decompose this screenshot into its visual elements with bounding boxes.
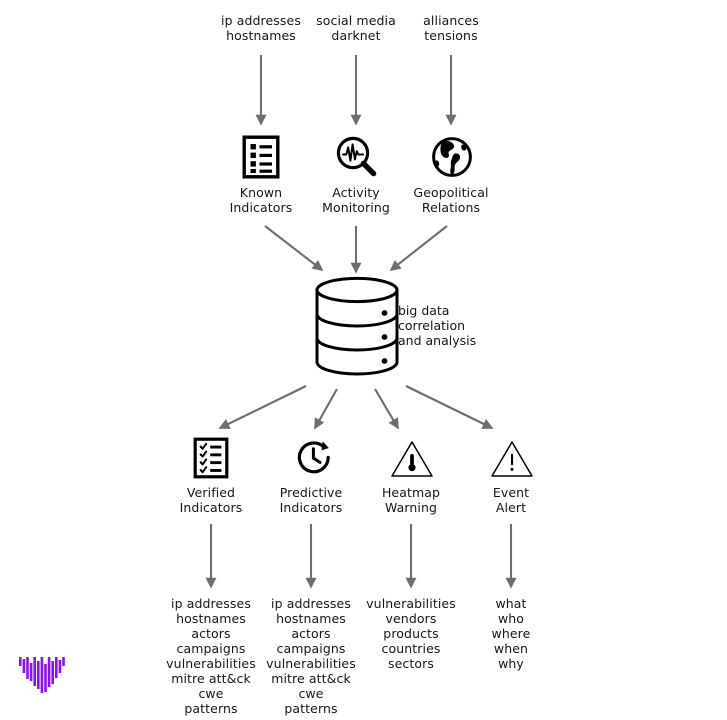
database-cylinder-icon[interactable] bbox=[314, 276, 400, 376]
arrow-hub-to-heatmap-warning bbox=[374, 388, 399, 430]
output-label-event-alert: Event Alert bbox=[492, 485, 530, 515]
warning-exclamation-icon[interactable] bbox=[490, 440, 534, 478]
checklist-icon[interactable] bbox=[193, 437, 229, 479]
warning-thermometer-icon[interactable] bbox=[390, 440, 434, 478]
arrow-geopolitical-relations-to-hub bbox=[389, 225, 448, 272]
arrow-known-indicators-to-hub bbox=[264, 225, 324, 272]
collector-label-geopolitical-relations: Geopolitical Relations bbox=[413, 185, 489, 215]
arrow-hub-to-verified-indicators bbox=[218, 385, 307, 429]
magnifier-waveform-icon[interactable] bbox=[335, 135, 379, 179]
hub-label-big-data: big data correlation and analysis bbox=[398, 303, 477, 348]
arrow-hub-to-event-alert bbox=[405, 385, 494, 429]
output-items-event-alert: what who where when why bbox=[491, 596, 531, 671]
arrow-hub-to-predictive-indicators bbox=[314, 388, 338, 430]
source-label-alliances-tensions: alliances tensions bbox=[423, 13, 479, 43]
diagram-canvas: ip addresses hostnames social media dark… bbox=[0, 0, 727, 720]
clock-arrow-icon[interactable] bbox=[294, 438, 334, 478]
globe-icon[interactable] bbox=[431, 136, 473, 178]
brand-logo[interactable] bbox=[18, 650, 68, 698]
document-list-icon[interactable] bbox=[242, 135, 280, 179]
